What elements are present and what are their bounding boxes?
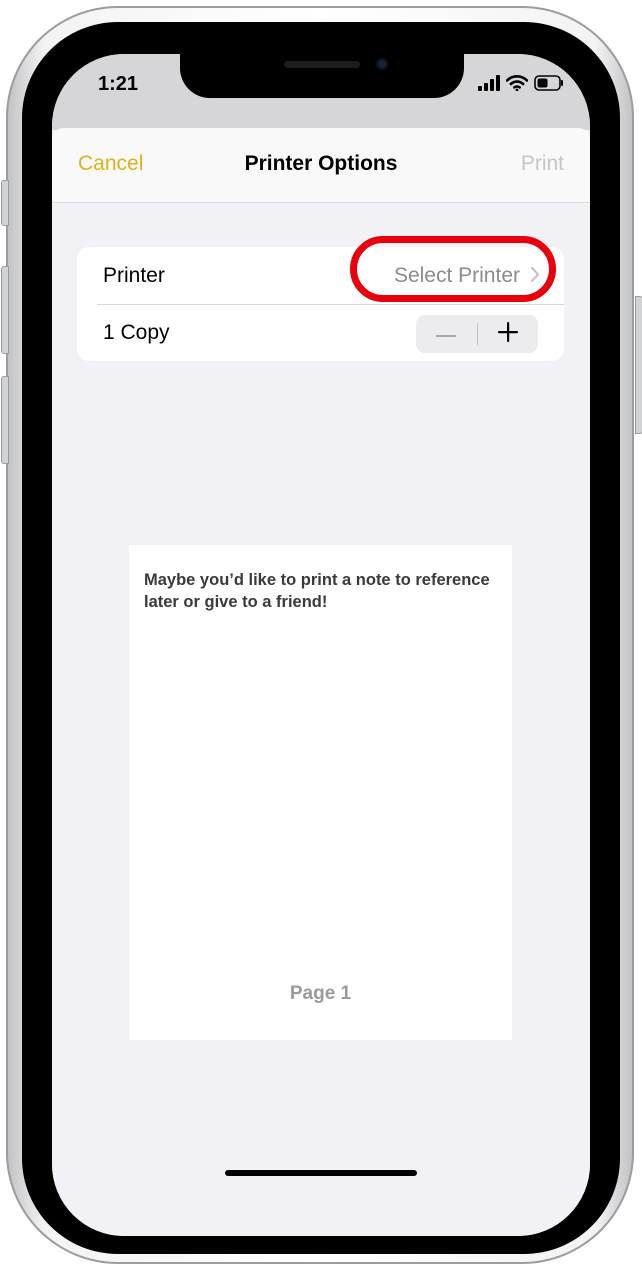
- volume-down-button: [1, 376, 9, 464]
- cellular-signal-icon: [478, 75, 500, 96]
- print-button[interactable]: Print: [521, 152, 564, 176]
- silent-switch: [1, 180, 9, 226]
- front-camera: [376, 58, 388, 70]
- power-button: [635, 296, 642, 434]
- page-title: Printer Options: [244, 152, 398, 175]
- printer-options-sheet: Cancel Printer Options Print Printer Sel…: [52, 128, 590, 1236]
- print-preview-page[interactable]: Maybe you’d like to print a note to refe…: [129, 545, 512, 1040]
- home-indicator[interactable]: [225, 1170, 417, 1176]
- navigation-bar: Cancel Printer Options Print: [52, 128, 590, 203]
- screen: 1:21 Cancel Printer Options Print Printe…: [52, 54, 590, 1236]
- status-time: 1:21: [98, 73, 139, 95]
- status-icons: [478, 75, 564, 96]
- wifi-icon: [505, 75, 529, 96]
- copies-stepper: [416, 315, 538, 353]
- page-number-label: Page 1: [289, 983, 352, 1004]
- highlight-annotation: [350, 236, 556, 302]
- copies-label: 1 Copy: [103, 321, 170, 344]
- preview-text: Maybe you’d like to print a note to refe…: [144, 571, 490, 611]
- notch: [180, 54, 464, 98]
- plus-icon: [497, 321, 518, 347]
- printer-label: Printer: [103, 264, 165, 287]
- earpiece-speaker: [284, 61, 360, 68]
- copies-row: 1 Copy: [77, 305, 564, 361]
- increment-button[interactable]: [478, 315, 539, 353]
- minus-icon: [436, 325, 457, 343]
- battery-icon: [534, 75, 564, 96]
- volume-up-button: [1, 266, 9, 354]
- decrement-button[interactable]: [416, 315, 477, 353]
